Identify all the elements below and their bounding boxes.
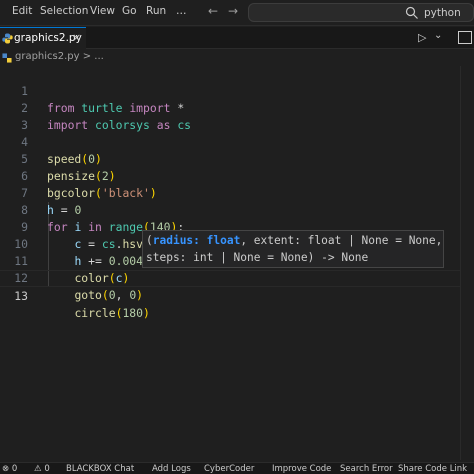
python-icon (2, 53, 12, 63)
breadcrumb: graphics2.py > ... (0, 50, 474, 66)
code-line[interactable]: 5 pensize(2) (0, 134, 474, 183)
code-line-current[interactable]: 13 circle(180) (0, 270, 474, 320)
menu-more[interactable]: … (176, 5, 187, 17)
code-line[interactable]: 8 for i in range(140): (0, 185, 474, 234)
close-icon[interactable]: × (72, 31, 81, 44)
sig-open: ( (146, 234, 153, 247)
status-cybercoder[interactable]: CyberCoder (204, 464, 254, 474)
menu-edit[interactable]: Edit (12, 5, 32, 17)
python-icon (2, 33, 13, 44)
signature-help-popup: (radius: float, extent: float | None = N… (142, 230, 444, 268)
code-line[interactable]: 6 bgcolor('black') (0, 151, 474, 200)
search-icon (405, 6, 418, 19)
sig-active-param: radius: float (152, 234, 241, 247)
command-center-search[interactable]: python (248, 3, 474, 22)
code-line[interactable]: 9 c = cs.hsv_to_rgb(h, 1, 1) (0, 202, 474, 251)
menu-go[interactable]: Go (122, 5, 137, 17)
status-warnings[interactable]: ⚠ 0 (34, 464, 50, 474)
status-errors[interactable]: ⊗ 0 (2, 464, 17, 474)
code-line[interactable]: 4 speed(0) (0, 117, 474, 166)
tab-bar: graphics2.py × ▷ ⌄ (0, 27, 474, 49)
status-add-logs[interactable]: Add Logs (152, 464, 191, 474)
menu-selection[interactable]: Selection (40, 5, 88, 17)
menu-run[interactable]: Run (146, 5, 166, 17)
status-share-code-link[interactable]: Share Code Link (398, 464, 467, 474)
search-text: python (424, 7, 461, 19)
code-text: circle(180) (74, 306, 150, 320)
arrow-right-icon[interactable]: → (228, 4, 238, 18)
code-line[interactable]: 2 import colorsys as cs (0, 83, 474, 132)
arrow-left-icon[interactable]: ← (208, 4, 218, 18)
status-search-error[interactable]: Search Error (340, 464, 393, 474)
chevron-down-icon[interactable]: ⌄ (434, 30, 442, 41)
status-bar: ⊗ 0 ⚠ 0 BLACKBOX Chat Add Logs CyberCode… (0, 462, 474, 474)
code-text: goto(0, 0) (74, 288, 144, 302)
code-line[interactable]: 7 h = 0 (0, 168, 474, 217)
menu-view[interactable]: View (90, 5, 115, 17)
code-line[interactable]: 3 (0, 100, 474, 132)
status-blackbox-chat[interactable]: BLACKBOX Chat (66, 464, 134, 474)
breadcrumb-text[interactable]: graphics2.py > ... (15, 51, 104, 62)
code-line[interactable]: 1 from turtle import * (0, 66, 474, 115)
tab-graphics2[interactable]: graphics2.py × (0, 27, 86, 49)
title-bar: Edit Selection View Go Run … ← → python (0, 0, 474, 26)
sig-rest: , extent: float | None = None, (240, 234, 443, 247)
scrollbar[interactable] (460, 66, 474, 460)
run-icon[interactable]: ▷ (418, 31, 426, 44)
sig-line2: steps: int | None = None) -> None (146, 251, 369, 264)
line-number: 13 (14, 289, 28, 303)
split-editor-icon[interactable] (458, 31, 472, 44)
status-improve-code[interactable]: Improve Code (272, 464, 331, 474)
